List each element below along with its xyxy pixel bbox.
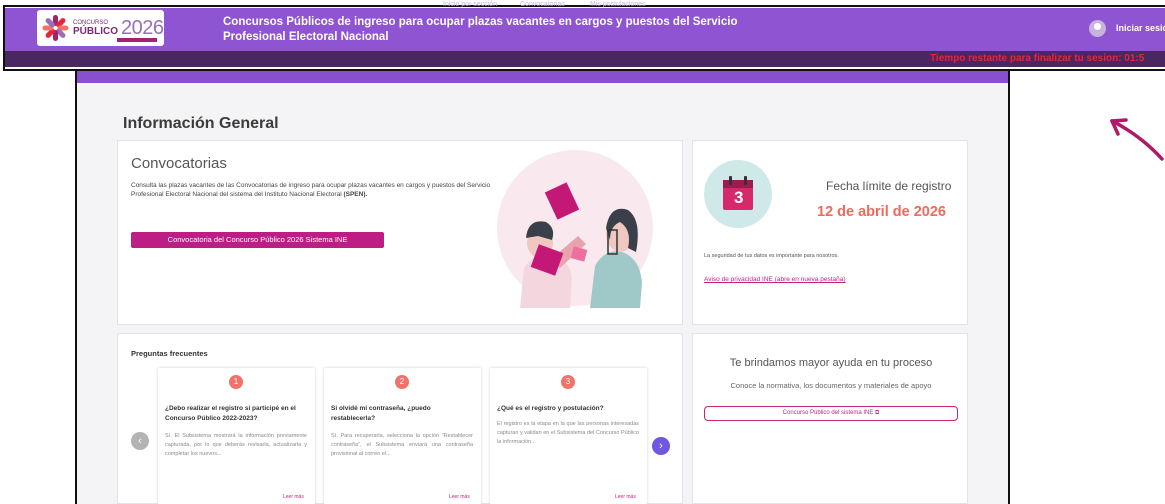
concurso-publico-logo[interactable]: CONCURSO PÚBLICO 2026 bbox=[37, 10, 164, 46]
logo-big-text: PÚBLICO bbox=[73, 25, 118, 37]
convocatorias-description: Consulta las plazas vacantes de las Conv… bbox=[131, 181, 491, 199]
session-timer: Tiempo restante para finalizar tu sesion… bbox=[930, 53, 1145, 64]
annotation-arrow-icon bbox=[1110, 118, 1164, 161]
subnav-item-postulaciones[interactable]: Mis postulaciones bbox=[590, 1, 646, 8]
faq-read-more-link[interactable]: Leer más bbox=[449, 494, 470, 500]
faq-question[interactable]: Si olvidé mi contraseña, ¿puedo restable… bbox=[331, 404, 473, 424]
sub-navigation bbox=[77, 71, 1008, 83]
faq-answer: Sí. Para recuperarla, selecciona la opci… bbox=[331, 433, 473, 457]
faq-prev-button[interactable]: ‹ bbox=[131, 432, 149, 450]
logo-flower-icon bbox=[42, 15, 69, 41]
subnav-item-inicio[interactable]: Inicio por sección bbox=[443, 1, 497, 8]
logo-underline bbox=[117, 38, 157, 42]
faq-next-button[interactable]: › bbox=[652, 437, 670, 455]
logo-year: 2026 bbox=[121, 16, 164, 39]
faq-read-more-link[interactable]: Leer más bbox=[615, 494, 636, 500]
calendar-day: 3 bbox=[734, 188, 744, 207]
faq-read-more-link[interactable]: Leer más bbox=[283, 494, 304, 500]
help-title: Te brindamos mayor ayuda en tu proceso bbox=[729, 357, 933, 369]
site-title: Concursos Públicos de ingreso para ocupa… bbox=[223, 16, 738, 43]
faq-number: 3 bbox=[561, 375, 575, 389]
faq-question[interactable]: ¿Qué es el registro y postulación? bbox=[497, 404, 639, 414]
deadline-label: Fecha límite de registro bbox=[826, 179, 952, 193]
convocatorias-description-bold: (SPEN). bbox=[343, 191, 368, 198]
user-avatar-icon[interactable] bbox=[1089, 20, 1106, 37]
deadline-date: 12 de abril de 2026 bbox=[817, 204, 946, 220]
convocatoria-button[interactable]: Convocatoria del Concurso Público 2026 S… bbox=[131, 232, 384, 248]
faq-number: 2 bbox=[395, 375, 409, 389]
security-note: La seguridad de tus datos es importante … bbox=[704, 253, 839, 259]
help-subtitle: Conoce la normativa, los documentos y ma… bbox=[730, 381, 932, 390]
chevron-left-icon: ‹ bbox=[138, 435, 142, 447]
faq-title: Preguntas frecuentes bbox=[131, 349, 208, 358]
login-link[interactable]: Iniciar sesión bbox=[1116, 23, 1165, 33]
people-documents-illustration bbox=[497, 150, 653, 308]
faq-answer: El registro es la etapa en la que las pe… bbox=[497, 421, 639, 445]
chevron-right-icon: › bbox=[659, 440, 663, 452]
faq-number: 1 bbox=[229, 375, 243, 389]
privacy-notice-link[interactable]: Aviso de privacidad INE (abre en nueva p… bbox=[704, 276, 846, 283]
faq-question[interactable]: ¿Debo realizar el registro si participé … bbox=[165, 404, 307, 424]
faq-answer: Sí. El Subsistema mostrará la informació… bbox=[165, 433, 307, 457]
concurso-publico-ine-button[interactable]: Concurso Público del sistema INE ⧉ bbox=[704, 406, 958, 421]
convocatorias-title: Convocatorias bbox=[131, 155, 227, 172]
logo-text: CONCURSO PÚBLICO 2026 bbox=[73, 17, 164, 40]
subnav-item-convocatorias[interactable]: Convocatorias bbox=[520, 1, 565, 8]
page-title: Información General bbox=[123, 115, 279, 132]
convocatorias-description-text: Consulta las plazas vacantes de las Conv… bbox=[131, 182, 491, 198]
